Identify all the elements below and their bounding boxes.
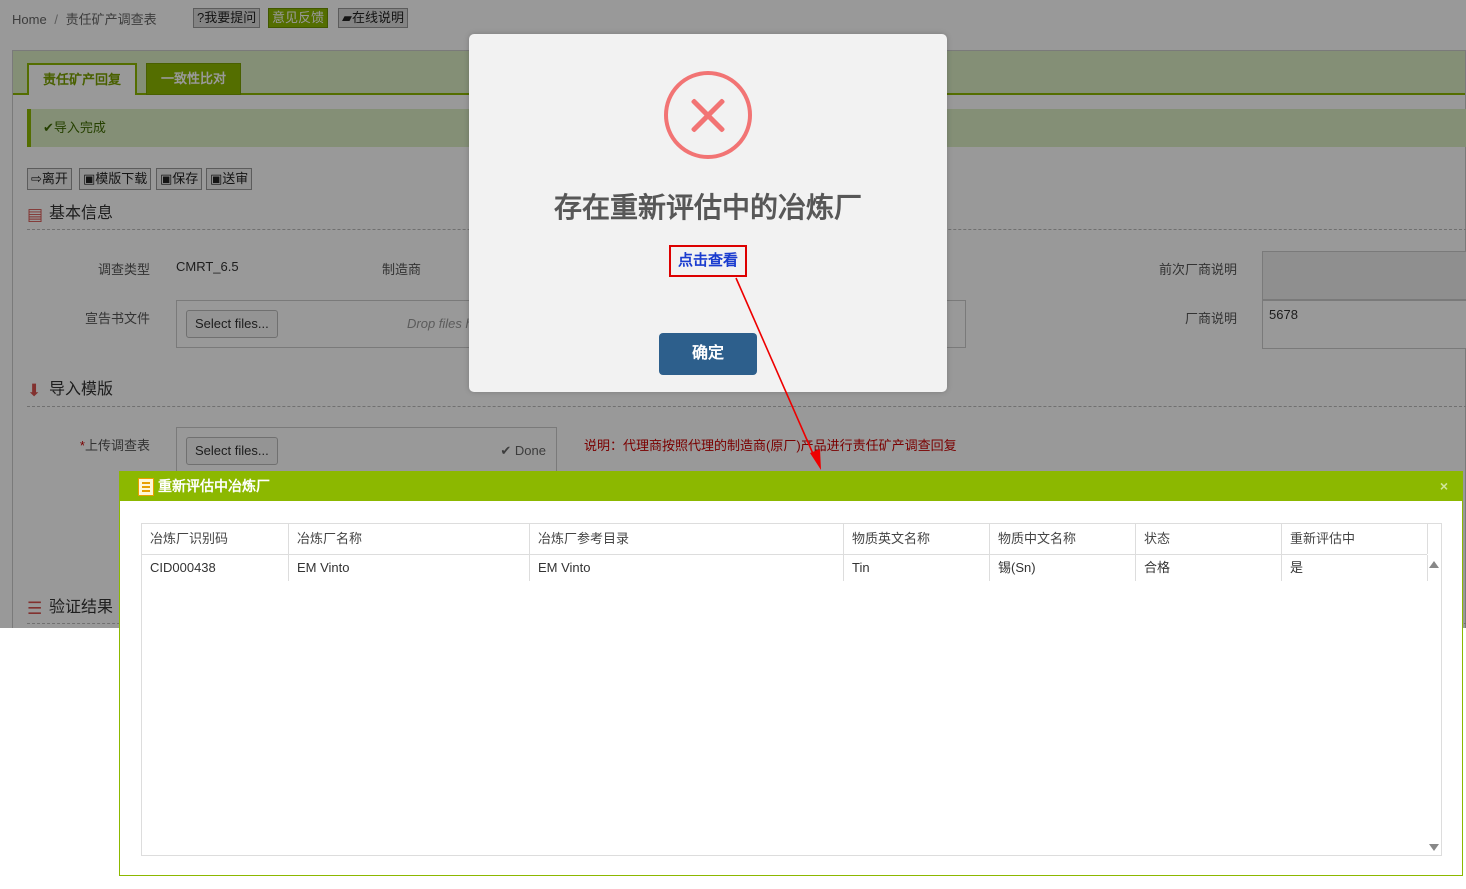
vertical-scrollbar[interactable] <box>1426 555 1441 855</box>
column-header[interactable]: 重新评估中 <box>1282 524 1428 554</box>
window-title: 重新评估中冶炼厂 <box>158 478 270 494</box>
confirm-button[interactable]: 确定 <box>659 333 757 375</box>
scroll-up-icon[interactable] <box>1429 561 1439 568</box>
reassessment-smelter-window: 重新评估中冶炼厂 × 冶炼厂识别码 冶炼厂名称 冶炼厂参考目录 物质英文名称 物… <box>119 471 1463 876</box>
smelter-grid: 冶炼厂识别码 冶炼厂名称 冶炼厂参考目录 物质英文名称 物质中文名称 状态 重新… <box>141 523 1442 856</box>
column-header[interactable]: 状态 <box>1136 524 1282 554</box>
cell-reassessing: 是 <box>1282 555 1428 581</box>
error-alert-dialog: 存在重新评估中的冶炼厂 点击查看 确定 <box>469 34 947 392</box>
table-row[interactable]: CID000438 EM Vinto EM Vinto Tin 锡(Sn) 合格… <box>142 555 1428 581</box>
list-doc-icon <box>138 478 154 496</box>
scroll-down-icon[interactable] <box>1429 844 1439 851</box>
view-details-link[interactable]: 点击查看 <box>669 245 747 277</box>
column-header[interactable]: 物质英文名称 <box>844 524 990 554</box>
cell-metal-en: Tin <box>844 555 990 581</box>
grid-header: 冶炼厂识别码 冶炼厂名称 冶炼厂参考目录 物质英文名称 物质中文名称 状态 重新… <box>142 524 1428 555</box>
cell-status: 合格 <box>1136 555 1282 581</box>
cell-smelter-name: EM Vinto <box>289 555 530 581</box>
cell-smelter-id: CID000438 <box>142 555 289 581</box>
cell-smelter-reference: EM Vinto <box>530 555 844 581</box>
alert-title: 存在重新评估中的冶炼厂 <box>553 192 862 223</box>
close-icon[interactable]: × <box>1440 472 1448 501</box>
column-header[interactable]: 冶炼厂识别码 <box>142 524 289 554</box>
column-header[interactable]: 冶炼厂参考目录 <box>530 524 844 554</box>
cell-metal-cn: 锡(Sn) <box>990 555 1136 581</box>
window-title-bar: 重新评估中冶炼厂 × <box>120 472 1462 501</box>
error-x-icon <box>664 71 752 159</box>
column-header[interactable]: 物质中文名称 <box>990 524 1136 554</box>
column-header[interactable]: 冶炼厂名称 <box>289 524 530 554</box>
